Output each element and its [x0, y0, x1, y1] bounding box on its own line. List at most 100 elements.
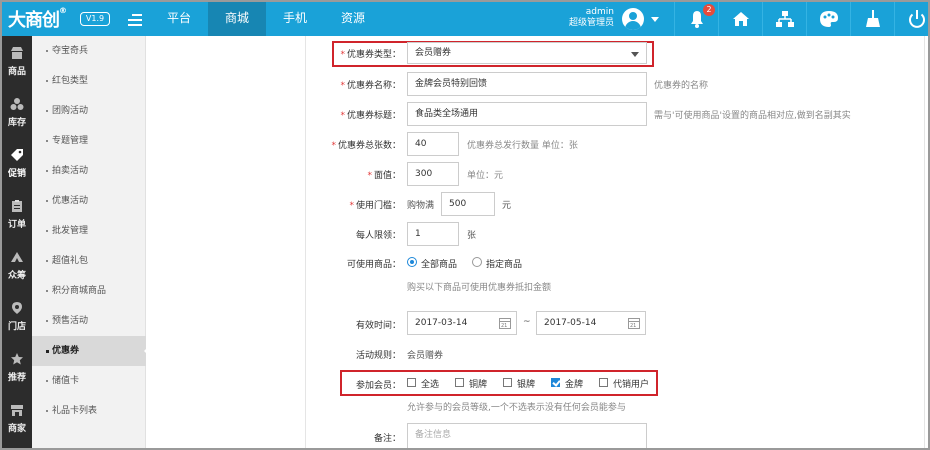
coupon-type-select[interactable]: 会员赠券: [407, 42, 647, 64]
valid-time-label: 有效时间：: [355, 321, 401, 331]
power-icon[interactable]: [894, 2, 928, 36]
avatar[interactable]: [622, 8, 644, 30]
submenu-item-coupons[interactable]: 优惠券: [32, 336, 146, 366]
sidebar-item-label: 众筹: [7, 271, 26, 281]
per-limit-label: 每人限领：: [355, 231, 401, 241]
home-icon[interactable]: [718, 2, 762, 36]
submenu-item[interactable]: 夺宝奇兵: [32, 36, 146, 66]
star-icon: [11, 353, 23, 365]
face-value-label: * 面值：: [367, 171, 401, 181]
checkbox-reseller[interactable]: [599, 378, 608, 387]
date-separator: ~: [523, 317, 531, 327]
radio-specified-goods[interactable]: [472, 257, 482, 267]
start-date-input[interactable]: 2017-03-14 21: [407, 311, 517, 335]
calendar-icon[interactable]: 21: [499, 318, 511, 329]
goods-scope-hint: 购买以下商品可使用优惠券抵扣金额: [407, 283, 552, 293]
brand-logo[interactable]: 大商创®: [8, 6, 67, 32]
submenu-item[interactable]: 拍卖活动: [32, 156, 146, 186]
sidebar-item-label: 商家: [7, 424, 26, 434]
sidebar-item-label: 促销: [7, 169, 26, 179]
coupon-type-label: * 优惠券类型：: [340, 50, 401, 60]
threshold-unit: 元: [502, 201, 512, 211]
palette-icon[interactable]: [806, 2, 850, 36]
sidebar-item-inventory[interactable]: 库存: [2, 87, 32, 137]
tag-icon: [11, 149, 23, 161]
broom-icon[interactable]: [850, 2, 894, 36]
coupon-name-input[interactable]: 金牌会员特别回馈: [407, 72, 647, 96]
checkbox-bronze[interactable]: [455, 378, 464, 387]
radio-specified-goods-label[interactable]: 指定商品: [486, 257, 522, 270]
face-value-input[interactable]: 300: [407, 162, 459, 186]
remark-textarea[interactable]: 备注信息: [407, 423, 647, 448]
sitemap-icon[interactable]: [762, 2, 806, 36]
menu-toggle-icon[interactable]: [128, 14, 142, 26]
user-info[interactable]: admin 超级管理员: [562, 7, 614, 29]
map-pin-icon: [12, 302, 22, 314]
top-nav-mall[interactable]: 商城: [208, 2, 267, 36]
checkbox-silver[interactable]: [503, 378, 512, 387]
checkbox-select-all[interactable]: [407, 378, 416, 387]
chevron-down-icon[interactable]: [651, 17, 659, 22]
total-count-hint: 优惠券总发行数量 单位：张: [467, 141, 578, 151]
sidebar-item-orders[interactable]: 订单: [2, 189, 32, 239]
per-limit-unit: 张: [467, 231, 477, 241]
checkbox-gold[interactable]: [551, 378, 560, 387]
radio-all-goods[interactable]: [407, 257, 417, 267]
checkbox-bronze-label[interactable]: 铜牌: [469, 377, 487, 390]
total-count-input[interactable]: 40: [407, 132, 459, 156]
sidebar-item-crowdfunding[interactable]: 众筹: [2, 240, 32, 290]
member-levels-label: 参加会员：: [355, 381, 401, 391]
sidebar-item-label: 库存: [7, 118, 26, 128]
top-bar: 大商创® V1.9 平台 商城 手机 资源 admin 超级管理员 2: [2, 2, 928, 36]
sidebar-item-label: 门店: [7, 322, 26, 332]
sidebar-item-recommend[interactable]: 推荐: [2, 342, 32, 392]
mountain-icon: [11, 252, 23, 262]
submenu-item[interactable]: 预售活动: [32, 306, 146, 336]
chevron-down-icon: [631, 52, 639, 57]
user-role: 超级管理员: [568, 18, 614, 28]
checkbox-silver-label[interactable]: 银牌: [517, 377, 535, 390]
notification-badge: 2: [703, 4, 715, 16]
activity-rule-label: 活动规则：: [355, 351, 401, 361]
checkbox-gold-label[interactable]: 金牌: [565, 377, 583, 390]
top-nav-mobile[interactable]: 手机: [266, 2, 324, 36]
top-nav-platform[interactable]: 平台: [150, 2, 208, 36]
top-nav-resources[interactable]: 资源: [324, 2, 382, 36]
calendar-icon[interactable]: 21: [628, 318, 640, 329]
shop-icon: [11, 405, 23, 416]
submenu-item[interactable]: 团购活动: [32, 96, 146, 126]
radio-all-goods-label[interactable]: 全部商品: [421, 257, 457, 270]
end-date-input[interactable]: 2017-05-14 21: [536, 311, 646, 335]
submenu-item[interactable]: 储值卡: [32, 366, 146, 396]
submenu-item[interactable]: 专题管理: [32, 126, 146, 156]
clipboard-icon: [12, 200, 22, 212]
main-sidebar: 商品 库存 促销 订单 众筹 门店 推荐 商家: [2, 36, 32, 448]
checkbox-select-all-label[interactable]: 全选: [421, 377, 439, 390]
submenu-item[interactable]: 红包类型: [32, 66, 146, 96]
coupon-title-input[interactable]: 食品类全场通用: [407, 102, 647, 126]
sidebar-item-goods[interactable]: 商品: [2, 36, 32, 86]
sidebar-item-promotion[interactable]: 促销: [2, 138, 32, 188]
coupon-title-hint: 需与'可使用商品'设置的商品相对应,做到名副其实: [654, 111, 851, 121]
coupon-name-label: * 优惠券名称：: [340, 81, 401, 91]
submenu-item[interactable]: 超值礼包: [32, 246, 146, 276]
sub-menu: 夺宝奇兵 红包类型 团购活动 专题管理 拍卖活动 优惠活动 批发管理 超值礼包 …: [32, 36, 146, 448]
submenu-item[interactable]: 批发管理: [32, 216, 146, 246]
submenu-item[interactable]: 优惠活动: [32, 186, 146, 216]
goods-icon: [11, 47, 23, 59]
remark-label: 备注：: [373, 434, 401, 444]
bell-icon[interactable]: 2: [674, 2, 718, 36]
threshold-input[interactable]: 500: [441, 192, 495, 216]
sidebar-item-label: 订单: [7, 220, 26, 230]
sidebar-item-merchants[interactable]: 商家: [2, 393, 32, 443]
goods-scope-label: 可使用商品：: [346, 260, 401, 270]
checkbox-reseller-label[interactable]: 代销用户: [613, 377, 649, 390]
submenu-item[interactable]: 积分商城商品: [32, 276, 146, 306]
per-limit-input[interactable]: 1: [407, 222, 459, 246]
sidebar-item-stores[interactable]: 门店: [2, 291, 32, 341]
coupon-title-label: * 优惠券标题：: [340, 111, 401, 121]
submenu-item[interactable]: 礼品卡列表: [32, 396, 146, 426]
app-window: 大商创® V1.9 平台 商城 手机 资源 admin 超级管理员 2 商品 库…: [0, 0, 930, 450]
version-badge: V1.9: [80, 12, 110, 26]
face-value-hint: 单位：元: [467, 171, 504, 181]
